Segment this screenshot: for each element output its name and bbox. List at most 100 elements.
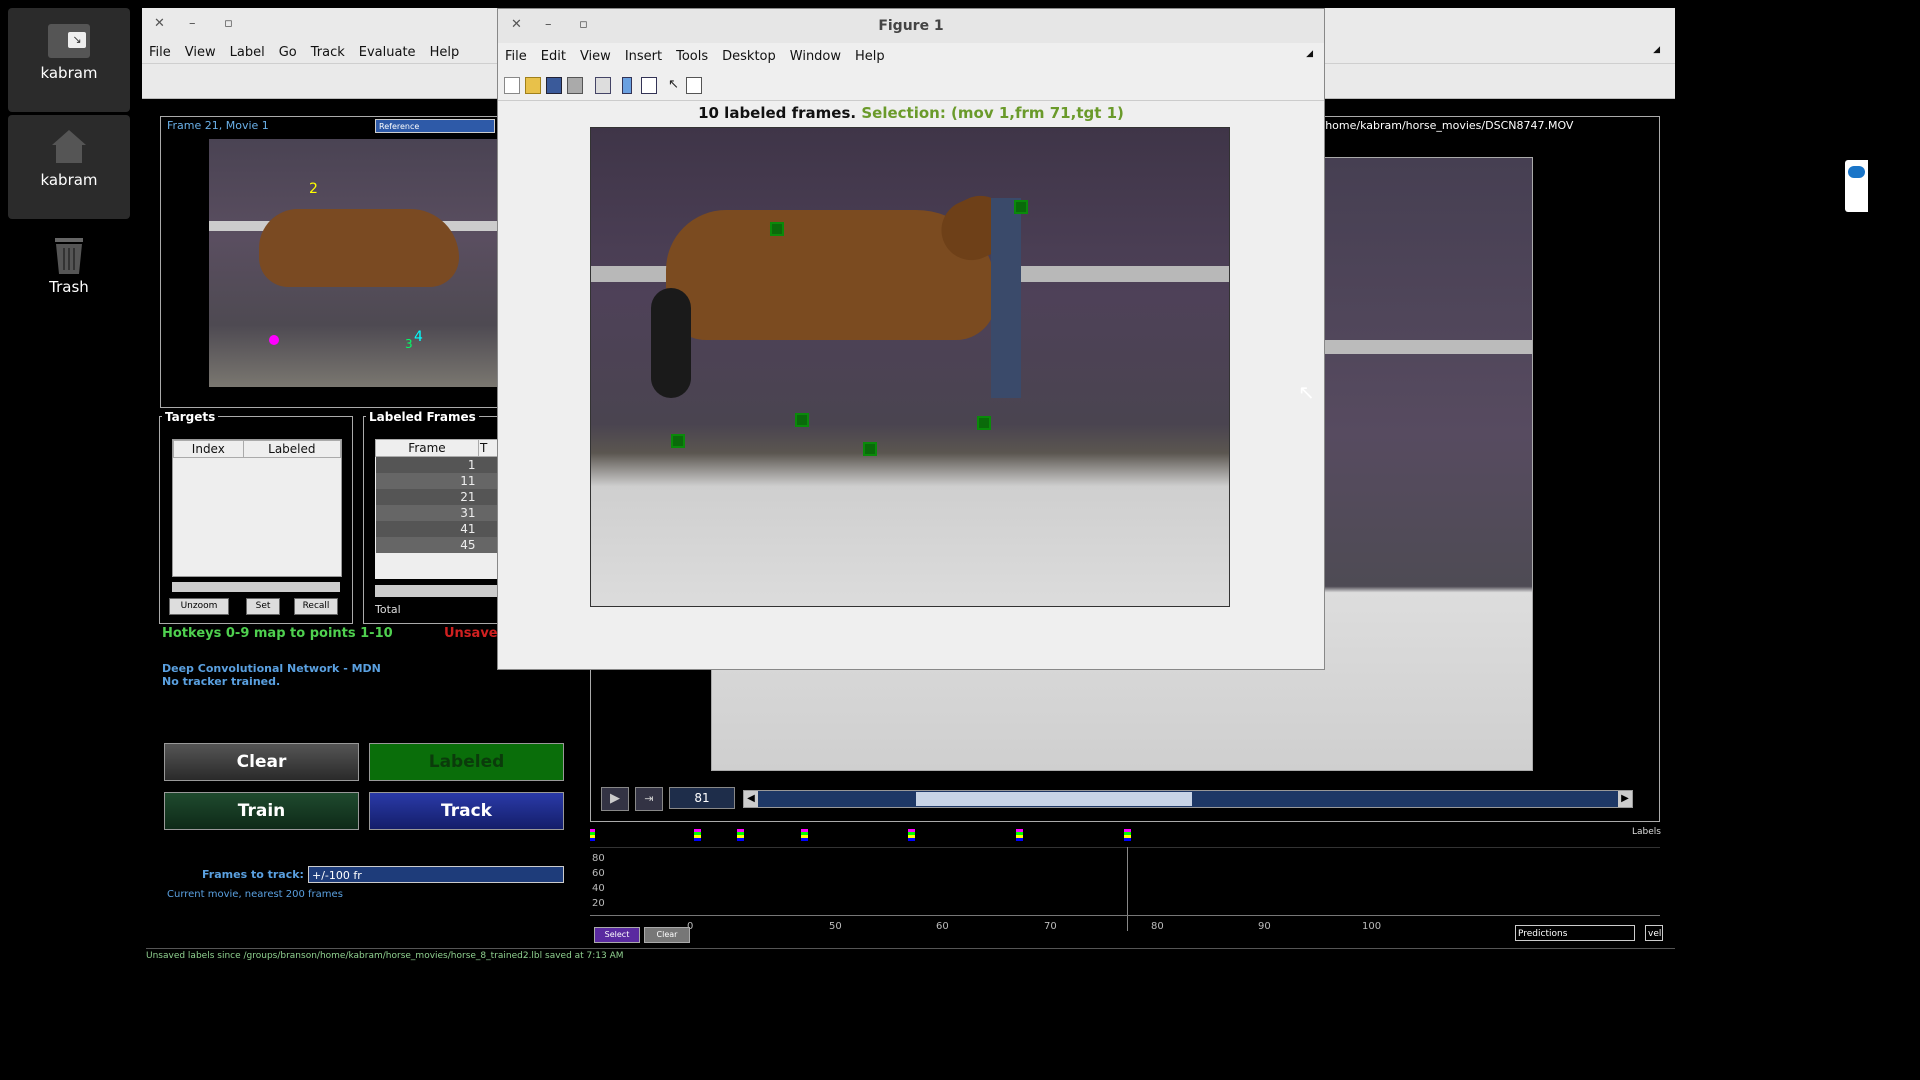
keypoint-marker xyxy=(795,413,809,427)
y-tick: 80 xyxy=(592,853,605,864)
figure-menubar: File Edit View Insert Tools Desktop Window Help… xyxy=(498,47,1324,67)
dock-item-home[interactable]: kabram xyxy=(8,115,130,219)
menu-evaluate[interactable]: Evaluate xyxy=(352,41,423,60)
table-row[interactable]: 31 xyxy=(376,505,479,521)
minimize-icon[interactable]: – xyxy=(189,16,196,31)
fig-menu-help[interactable]: Help xyxy=(848,47,892,64)
menu-label[interactable]: Label xyxy=(223,41,272,60)
reference-image: 2 4 3 xyxy=(209,139,499,387)
frames-to-track-dropdown[interactable]: +/-100 fr xyxy=(308,866,564,883)
label-mark xyxy=(737,829,744,841)
label-mark xyxy=(590,829,595,841)
keypoint-marker xyxy=(671,434,685,448)
labeled-frame-image[interactable] xyxy=(590,127,1230,607)
set-button[interactable]: Set xyxy=(246,598,280,615)
fig-menu-tools[interactable]: Tools xyxy=(669,47,715,64)
targets-hscrollbar[interactable] xyxy=(172,582,340,592)
train-button[interactable]: Train xyxy=(164,792,359,830)
frame-number-input[interactable]: 81 xyxy=(669,787,735,809)
slider-right-arrow-icon[interactable]: ▶ xyxy=(1618,791,1632,807)
predictions-dropdown[interactable]: Predictions xyxy=(1515,925,1635,941)
targets-table[interactable]: Index Labeled xyxy=(172,439,342,577)
close-icon[interactable]: ✕ xyxy=(154,16,165,31)
figure-titlebar: ✕ – ▫ Figure 1 xyxy=(498,9,1324,43)
reference-dropdown[interactable]: Reference xyxy=(375,119,495,133)
home-icon xyxy=(46,125,92,167)
fig-menu-view[interactable]: View xyxy=(573,47,618,64)
targets-header-index: Index xyxy=(173,440,244,458)
labeled-frames-hscrollbar[interactable] xyxy=(375,585,505,597)
point-label-3: 3 xyxy=(405,337,413,351)
labeled-frames-table[interactable]: Frame T 1 11 21 31 41 45 xyxy=(375,439,505,579)
y-tick: 40 xyxy=(592,883,605,894)
edit-plot-cursor-icon[interactable]: ↖ xyxy=(668,77,682,92)
y-tick: 60 xyxy=(592,868,605,879)
property-inspector-icon[interactable] xyxy=(686,77,702,94)
fig-menu-edit[interactable]: Edit xyxy=(534,47,573,64)
y-tick: 20 xyxy=(592,898,605,909)
legend-icon[interactable] xyxy=(641,77,657,94)
timeline-panel[interactable]: Labels 80 60 40 20 0 50 60 70 80 90 100 … xyxy=(590,823,1665,953)
dock-item-label: kabram xyxy=(40,64,98,82)
track-button[interactable]: Track xyxy=(369,792,564,830)
slider-thumb[interactable] xyxy=(915,792,1192,806)
frames-to-track-label: Frames to track: xyxy=(202,868,304,881)
table-row[interactable]: 11 xyxy=(376,473,479,489)
table-row[interactable]: 21 xyxy=(376,489,479,505)
unzoom-button[interactable]: Unzoom xyxy=(169,598,229,615)
dock-item-trash[interactable]: Trash xyxy=(8,222,130,296)
fig-menu-overflow-icon[interactable]: ◢ xyxy=(1299,47,1320,59)
x-tick: 90 xyxy=(1258,921,1271,932)
frame-slider[interactable]: ◀ ▶ xyxy=(743,790,1633,808)
timeline-labels-tag: Labels xyxy=(1632,827,1661,837)
x-tick: 60 xyxy=(936,921,949,932)
labeled-button[interactable]: Labeled xyxy=(369,743,564,781)
fig-menu-file[interactable]: File xyxy=(498,47,534,64)
keypoint-marker xyxy=(977,416,991,430)
fig-menu-window[interactable]: Window xyxy=(783,47,848,64)
targets-header-labeled: Labeled xyxy=(242,440,342,458)
open-file-icon[interactable] xyxy=(525,77,541,94)
x-tick: 80 xyxy=(1151,921,1164,932)
print-icon[interactable] xyxy=(567,77,583,94)
label-mark xyxy=(1124,829,1131,841)
clear-button[interactable]: Clear xyxy=(164,743,359,781)
keypoint-marker xyxy=(863,442,877,456)
labeled-frames-title: Labeled Frames xyxy=(366,410,479,424)
colorbar-icon[interactable] xyxy=(622,77,632,94)
menu-track[interactable]: Track xyxy=(304,41,352,60)
save-icon[interactable] xyxy=(546,77,562,94)
table-row[interactable]: 41 xyxy=(376,521,479,537)
play-segment-button[interactable]: ⇥ xyxy=(635,787,663,811)
recall-button[interactable]: Recall xyxy=(294,598,338,615)
new-figure-icon[interactable] xyxy=(504,77,520,94)
maximize-icon[interactable]: ▫ xyxy=(224,16,233,31)
figure-title: Figure 1 xyxy=(878,18,944,34)
slider-left-arrow-icon[interactable]: ◀ xyxy=(744,791,758,807)
menu-help[interactable]: Help xyxy=(423,41,467,60)
table-row[interactable]: 45 xyxy=(376,537,479,553)
table-row[interactable]: 1 xyxy=(376,457,479,474)
status-bar: Unsaved labels since /groups/branson/hom… xyxy=(146,951,624,961)
velmag-dropdown[interactable]: velmag_max xyxy=(1645,925,1663,941)
tracker-type-text: Deep Convolutional Network - MDN xyxy=(162,662,381,675)
dock-item-home-folder[interactable]: ↘ kabram xyxy=(8,8,130,112)
fig-menu-insert[interactable]: Insert xyxy=(618,47,669,64)
timeline-select-button[interactable]: Select xyxy=(594,927,640,943)
side-panel-tab-icon[interactable] xyxy=(1845,160,1868,212)
timeline-clear-button[interactable]: Clear xyxy=(644,927,690,943)
dock-item-label: Trash xyxy=(49,278,89,296)
lf-header-frame: Frame xyxy=(375,439,479,457)
fig-menu-desktop[interactable]: Desktop xyxy=(715,47,783,64)
labeled-frames-total: Total xyxy=(375,603,401,616)
menu-file[interactable]: File xyxy=(142,41,178,60)
play-button[interactable]: ▶ xyxy=(601,787,629,811)
link-plot-icon[interactable] xyxy=(595,77,611,94)
tracker-status-text: No tracker trained. xyxy=(162,675,281,688)
x-tick: 70 xyxy=(1044,921,1057,932)
menu-go[interactable]: Go xyxy=(272,41,304,60)
figure-toolbar: ↖ xyxy=(498,72,1324,101)
menu-view[interactable]: View xyxy=(178,41,223,60)
point-label-2: 2 xyxy=(309,181,318,197)
menu-overflow-icon[interactable]: ◢ xyxy=(1646,41,1667,55)
